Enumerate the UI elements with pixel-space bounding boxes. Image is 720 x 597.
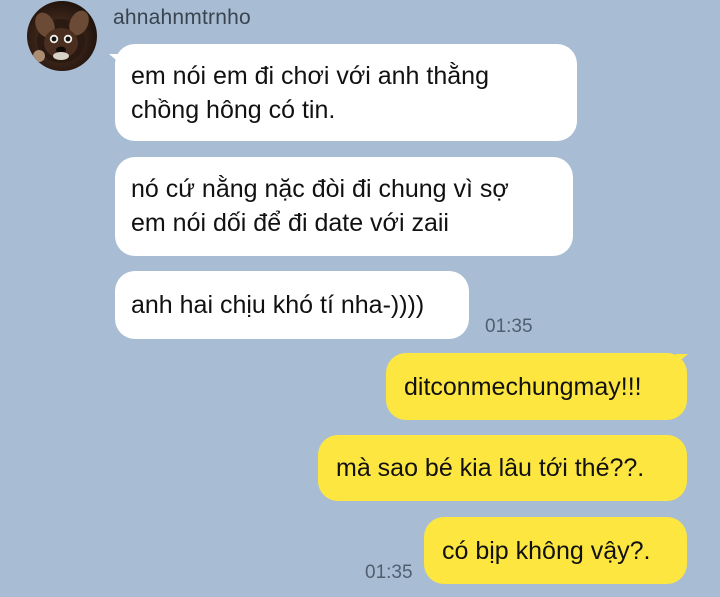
outgoing-message[interactable]: có bịp không vậy?. — [424, 517, 687, 584]
sender-avatar[interactable] — [27, 1, 97, 71]
sender-name: ahnahnmtrnho — [113, 6, 251, 29]
incoming-message[interactable]: em nói em đi chơi với anh thằng chồng hô… — [115, 44, 577, 141]
message-timestamp: 01:35 — [485, 316, 533, 337]
puppy-avatar-icon — [33, 10, 89, 63]
outgoing-message[interactable]: mà sao bé kia lâu tới thé??. — [318, 435, 687, 501]
incoming-message[interactable]: anh hai chịu khó tí nha-)))) — [115, 271, 469, 339]
incoming-message[interactable]: nó cứ nằng nặc đòi đi chung vì sợ em nói… — [115, 157, 573, 256]
message-timestamp: 01:35 — [365, 562, 413, 583]
outgoing-message[interactable]: ditconmechungmay!!! — [386, 353, 687, 420]
